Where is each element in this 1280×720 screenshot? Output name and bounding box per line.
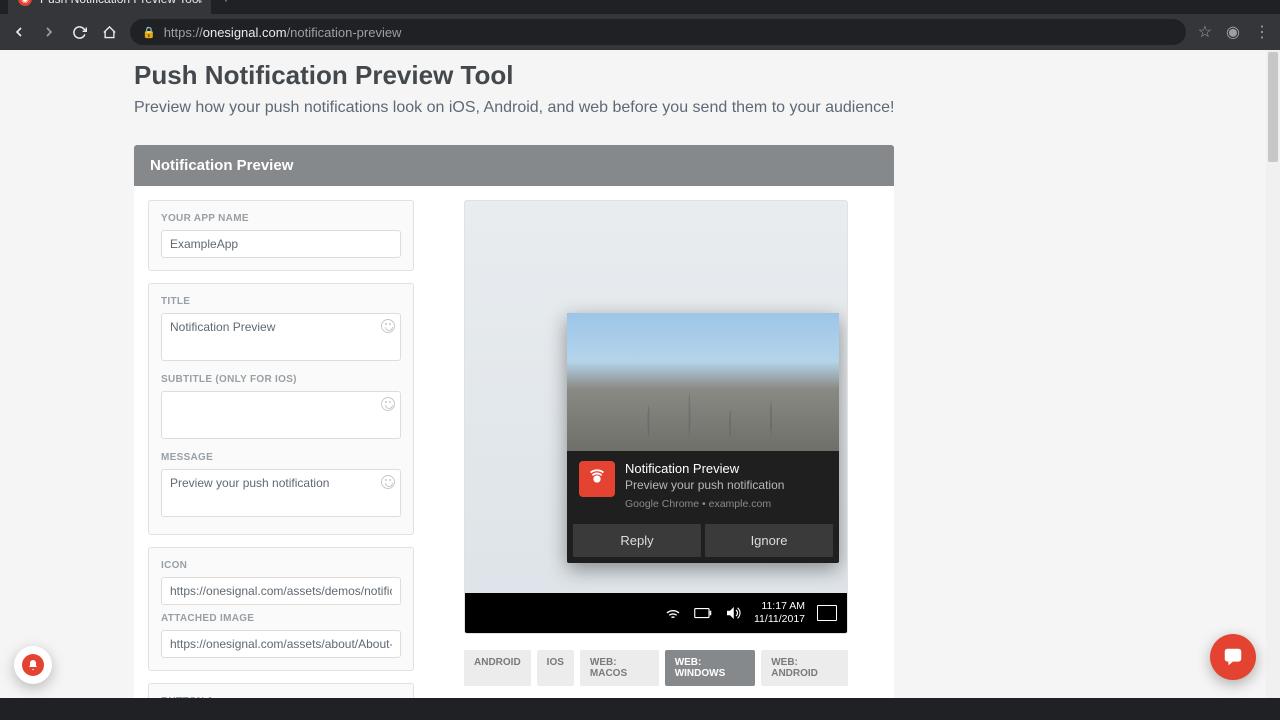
volume-icon — [724, 604, 742, 622]
new-tab-button[interactable]: + — [211, 0, 240, 14]
input-message[interactable]: Preview your push notification — [161, 469, 401, 517]
taskbar-clock: 11:17 AM 11/11/2017 — [754, 600, 805, 626]
bookmark-star-icon[interactable]: ☆ — [1198, 22, 1212, 42]
notification-button-1[interactable]: Reply — [573, 524, 701, 557]
profile-icon[interactable]: ◉ — [1226, 22, 1240, 42]
label-button1: Button 1 — [161, 696, 401, 698]
close-tab-icon[interactable]: × — [196, 0, 204, 7]
browser-tabstrip: ◉ Push Notification Preview Tool × + ─ □… — [0, 0, 1280, 14]
browser-toolbar: 🔒 https://onesignal.com/notification-pre… — [0, 14, 1280, 50]
label-title: Title — [161, 296, 401, 307]
browser-tab[interactable]: ◉ Push Notification Preview Tool × — [8, 0, 211, 14]
tab-title: Push Notification Preview Tool — [40, 0, 201, 6]
scroll-thumb[interactable] — [1268, 52, 1278, 162]
nav-reload-icon[interactable] — [70, 23, 88, 41]
nav-home-icon[interactable] — [100, 23, 118, 41]
panel-body: Your App Name Title Notification Preview… — [134, 186, 894, 698]
input-image-url[interactable] — [161, 630, 401, 658]
input-subtitle[interactable] — [161, 391, 401, 439]
lock-icon: 🔒 — [142, 26, 156, 39]
page-title: Push Notification Preview Tool — [134, 60, 1146, 91]
notification-button-2[interactable]: Ignore — [705, 524, 833, 557]
emoji-picker-icon[interactable] — [381, 397, 395, 411]
page-viewport: Push Notification Preview Tool Preview h… — [0, 50, 1280, 698]
browser-menu-icon[interactable]: ⋮ — [1254, 22, 1270, 42]
url-text: https://onesignal.com/notification-previ… — [164, 25, 402, 40]
tab-ios[interactable]: IOS — [537, 650, 574, 686]
input-title[interactable]: Notification Preview — [161, 313, 401, 361]
device-preview: Notification Preview Preview your push n… — [464, 200, 848, 634]
nav-back-icon[interactable] — [10, 23, 28, 41]
card-buttons: Button 1 Button 2 — [148, 683, 414, 698]
favicon-icon: ◉ — [18, 0, 32, 6]
tab-web-android[interactable]: WEB: ANDROID — [761, 650, 848, 686]
label-icon: Icon — [161, 560, 401, 571]
form-column: Your App Name Title Notification Preview… — [148, 200, 414, 698]
action-center-icon — [817, 605, 837, 621]
page-subtitle: Preview how your push notifications look… — [134, 99, 1146, 117]
preview-column: Notification Preview Preview your push n… — [464, 200, 848, 686]
label-message: Message — [161, 452, 401, 463]
notification-app-icon — [579, 461, 615, 497]
label-app-name: Your App Name — [161, 213, 401, 224]
address-bar[interactable]: 🔒 https://onesignal.com/notification-pre… — [130, 19, 1186, 45]
notification-card: Notification Preview Preview your push n… — [567, 313, 839, 563]
subscribe-bell-fab[interactable] — [14, 646, 52, 684]
input-icon-url[interactable] — [161, 577, 401, 605]
tab-web-macos[interactable]: WEB: MACOS — [580, 650, 659, 686]
emoji-picker-icon[interactable] — [381, 475, 395, 489]
notification-title: Notification Preview — [625, 461, 784, 476]
nav-forward-icon[interactable] — [40, 23, 58, 41]
notification-message: Preview your push notification — [625, 478, 784, 492]
platform-tabs: ANDROID IOS WEB: MACOS WEB: WINDOWS WEB:… — [464, 650, 848, 686]
clock-time: 11:17 AM — [754, 600, 805, 613]
card-app-name: Your App Name — [148, 200, 414, 271]
notification-source: Google Chrome • example.com — [625, 498, 784, 510]
battery-icon — [694, 604, 712, 622]
panel-header: Notification Preview — [134, 145, 894, 186]
intercom-fab[interactable] — [1210, 634, 1256, 680]
windows-taskbar: 11:17 AM 11/11/2017 — [465, 593, 847, 633]
tab-web-windows[interactable]: WEB: WINDOWS — [665, 650, 756, 686]
wifi-icon — [664, 604, 682, 622]
card-content: Title Notification Preview Subtitle (Onl… — [148, 283, 414, 535]
scrollbar[interactable] — [1266, 50, 1280, 698]
emoji-picker-icon[interactable] — [381, 319, 395, 333]
notification-image — [567, 313, 839, 451]
card-media: Icon Attached Image — [148, 547, 414, 671]
label-subtitle: Subtitle (Only for iOS) — [161, 374, 401, 385]
tab-android[interactable]: ANDROID — [464, 650, 531, 686]
clock-date: 11/11/2017 — [754, 613, 805, 626]
input-app-name[interactable] — [161, 230, 401, 258]
label-image: Attached Image — [161, 613, 401, 624]
